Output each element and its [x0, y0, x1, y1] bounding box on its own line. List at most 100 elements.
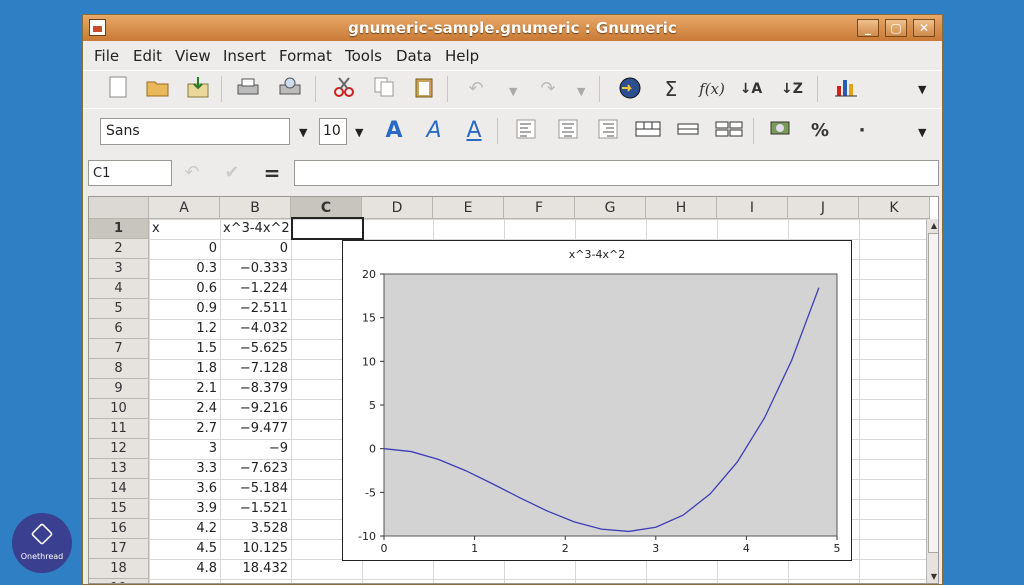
- scroll-down-arrow[interactable]: ▼: [928, 571, 938, 583]
- cell[interactable]: −2.511: [220, 299, 291, 319]
- row-header-8[interactable]: 8: [89, 359, 149, 379]
- column-header-k[interactable]: K: [859, 197, 930, 219]
- menu-view[interactable]: View: [175, 47, 211, 65]
- currency-format-icon[interactable]: [767, 118, 793, 144]
- thousands-separator-icon[interactable]: ·: [849, 118, 875, 144]
- column-header-g[interactable]: G: [575, 197, 646, 219]
- row-header-19[interactable]: 19: [89, 579, 149, 583]
- cancel-entry-icon[interactable]: ↶: [179, 160, 205, 186]
- font-size-dropdown-arrow[interactable]: ▼: [355, 126, 363, 139]
- column-header-j[interactable]: J: [788, 197, 859, 219]
- cell[interactable]: 0: [149, 239, 220, 259]
- cell[interactable]: 0.9: [149, 299, 220, 319]
- paste-icon[interactable]: [411, 76, 437, 102]
- cell-reference-field[interactable]: C1: [88, 160, 172, 186]
- sort-descending-icon[interactable]: ↓Z: [779, 76, 805, 102]
- menu-format[interactable]: Format: [279, 47, 332, 65]
- column-header-d[interactable]: D: [362, 197, 433, 219]
- column-header-b[interactable]: B: [220, 197, 291, 219]
- cell[interactable]: −5.184: [220, 479, 291, 499]
- menu-insert[interactable]: Insert: [223, 47, 266, 65]
- row-header-12[interactable]: 12: [89, 439, 149, 459]
- cell[interactable]: x: [149, 219, 220, 239]
- font-name-dropdown-arrow[interactable]: ▼: [299, 126, 307, 139]
- cell[interactable]: 1.8: [149, 359, 220, 379]
- align-right-icon[interactable]: [595, 118, 621, 144]
- vertical-scrollbar[interactable]: ▲ ▼: [926, 219, 938, 583]
- hyperlink-icon[interactable]: [617, 76, 643, 102]
- bold-icon[interactable]: A: [381, 118, 407, 144]
- print-preview-icon[interactable]: [277, 76, 303, 102]
- row-header-10[interactable]: 10: [89, 399, 149, 419]
- function-icon[interactable]: f(x): [695, 76, 729, 102]
- column-header-a[interactable]: A: [149, 197, 220, 219]
- format-toolbar-overflow-arrow[interactable]: ▼: [918, 126, 926, 139]
- maximize-button[interactable]: ▢: [885, 19, 907, 37]
- row-header-4[interactable]: 4: [89, 279, 149, 299]
- menu-edit[interactable]: Edit: [133, 47, 162, 65]
- row-header-11[interactable]: 11: [89, 419, 149, 439]
- column-header-f[interactable]: F: [504, 197, 575, 219]
- menu-help[interactable]: Help: [445, 47, 479, 65]
- align-center-icon[interactable]: [555, 118, 581, 144]
- line-chart[interactable]: x^3-4x^2 -10 -5 0 5 10 15 20 0 1 2 3 4 5: [342, 240, 852, 561]
- split-cells-icon[interactable]: [715, 118, 743, 144]
- row-header-15[interactable]: 15: [89, 499, 149, 519]
- undo-dropdown-arrow[interactable]: ▼: [509, 85, 517, 98]
- cell[interactable]: −0.333: [220, 259, 291, 279]
- cell[interactable]: −9: [220, 439, 291, 459]
- cell[interactable]: x^3-4x^2: [220, 219, 291, 239]
- row-header-16[interactable]: 16: [89, 519, 149, 539]
- undo-icon[interactable]: ↶: [463, 76, 489, 102]
- new-icon[interactable]: [105, 76, 131, 102]
- cell[interactable]: 1.5: [149, 339, 220, 359]
- cell[interactable]: −8.379: [220, 379, 291, 399]
- redo-dropdown-arrow[interactable]: ▼: [577, 85, 585, 98]
- cell[interactable]: 1.2: [149, 319, 220, 339]
- row-header-17[interactable]: 17: [89, 539, 149, 559]
- sort-ascending-icon[interactable]: ↓A: [738, 76, 764, 102]
- row-header-7[interactable]: 7: [89, 339, 149, 359]
- cell[interactable]: 0: [220, 239, 291, 259]
- menu-tools[interactable]: Tools: [345, 47, 382, 65]
- close-button[interactable]: ✕: [913, 19, 935, 37]
- percent-format-icon[interactable]: %: [807, 118, 833, 144]
- cell[interactable]: −1.521: [220, 499, 291, 519]
- cell[interactable]: −9.216: [220, 399, 291, 419]
- cell[interactable]: 2.4: [149, 399, 220, 419]
- formula-input[interactable]: [294, 160, 939, 186]
- save-icon[interactable]: [185, 76, 211, 102]
- menu-data[interactable]: Data: [396, 47, 432, 65]
- accept-entry-icon[interactable]: ✔: [219, 160, 245, 186]
- row-header-9[interactable]: 9: [89, 379, 149, 399]
- select-all-corner[interactable]: [89, 197, 149, 219]
- column-header-e[interactable]: E: [433, 197, 504, 219]
- center-across-icon[interactable]: [675, 118, 701, 144]
- font-size-field[interactable]: 10: [319, 118, 347, 145]
- cell[interactable]: −5.625: [220, 339, 291, 359]
- row-header-13[interactable]: 13: [89, 459, 149, 479]
- column-header-h[interactable]: H: [646, 197, 717, 219]
- cell[interactable]: 0.3: [149, 259, 220, 279]
- column-header-c[interactable]: C: [291, 197, 362, 219]
- cell[interactable]: 3.3: [149, 459, 220, 479]
- minimize-button[interactable]: _: [857, 19, 879, 37]
- edit-formula-button[interactable]: =: [259, 160, 285, 186]
- open-icon[interactable]: [145, 76, 171, 102]
- cell[interactable]: 18.432: [220, 559, 291, 579]
- row-header-3[interactable]: 3: [89, 259, 149, 279]
- font-name-field[interactable]: Sans: [100, 118, 290, 145]
- row-header-5[interactable]: 5: [89, 299, 149, 319]
- italic-icon[interactable]: A: [421, 118, 447, 144]
- chart-icon[interactable]: [833, 76, 859, 102]
- cut-icon[interactable]: [331, 76, 357, 102]
- copy-icon[interactable]: [371, 76, 397, 102]
- row-header-18[interactable]: 18: [89, 559, 149, 579]
- cell[interactable]: 2.1: [149, 379, 220, 399]
- sum-icon[interactable]: Σ: [658, 76, 684, 102]
- cell[interactable]: 3.528: [220, 519, 291, 539]
- cell[interactable]: 3.6: [149, 479, 220, 499]
- print-icon[interactable]: [235, 76, 261, 102]
- toolbar-overflow-arrow[interactable]: ▼: [918, 83, 926, 96]
- cell[interactable]: −1.224: [220, 279, 291, 299]
